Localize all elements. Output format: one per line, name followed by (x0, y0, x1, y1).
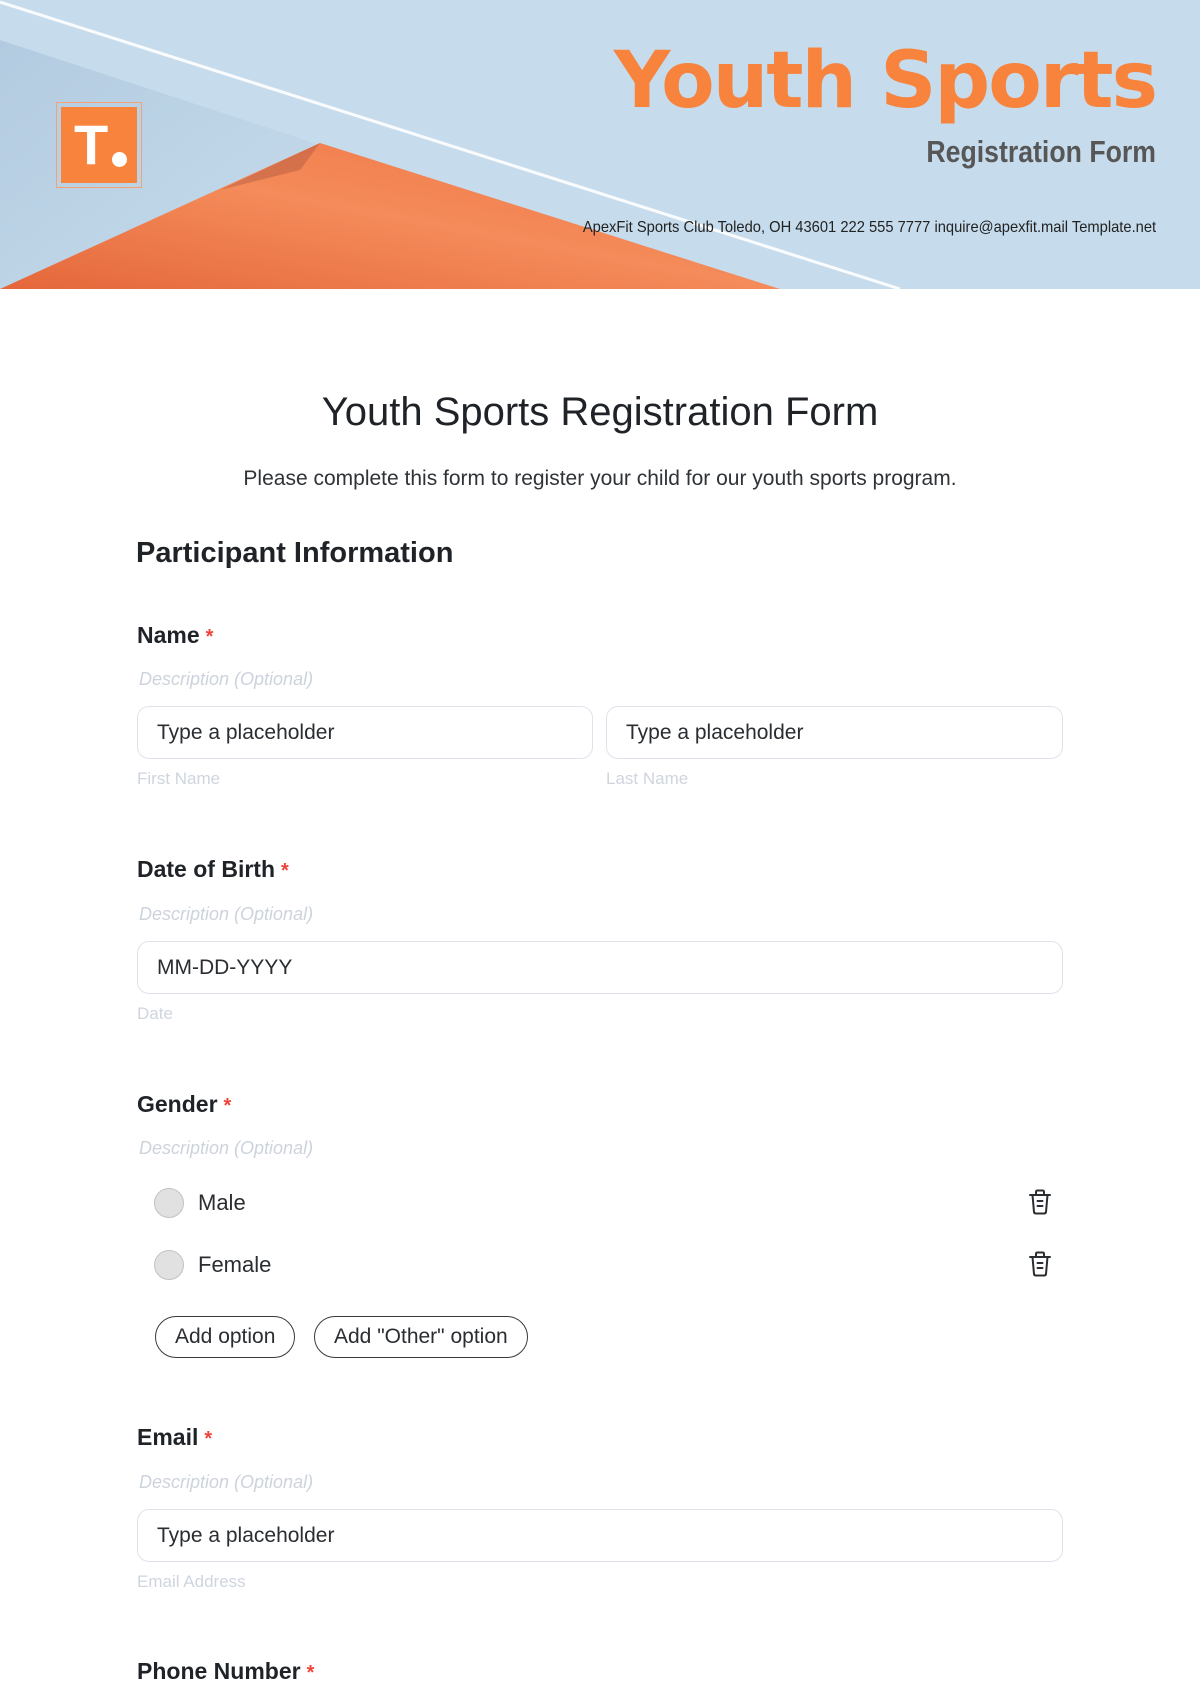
required-mark: * (306, 1662, 315, 1684)
first-name-input[interactable]: Type a placeholder (137, 706, 593, 759)
logo-dot (112, 152, 127, 167)
dob-input[interactable]: MM-DD-YYYY (137, 941, 1063, 994)
radio-button[interactable] (154, 1188, 184, 1218)
name-description[interactable]: Description (Optional) (139, 669, 313, 690)
form-title: Youth Sports Registration Form (321, 390, 879, 434)
radio-label: Female (198, 1252, 272, 1277)
dob-description[interactable]: Description (Optional) (139, 904, 313, 925)
email-placeholder: Type a placeholder (157, 1523, 335, 1547)
dob-label-text: Date of Birth (137, 856, 275, 882)
gender-label: Gender * (137, 1091, 231, 1118)
banner-subtitle: Registration Form (926, 134, 1156, 169)
phone-label: Phone Number * (137, 1658, 314, 1685)
dob-placeholder: MM-DD-YYYY (157, 955, 293, 979)
required-mark: * (205, 626, 214, 648)
required-mark: * (223, 1095, 232, 1117)
dob-label: Date of Birth * (137, 856, 289, 883)
last-name-input[interactable]: Type a placeholder (606, 706, 1063, 759)
section-title: Participant Information (136, 537, 454, 569)
required-mark: * (204, 1428, 213, 1450)
logo-letter: T (74, 113, 109, 176)
email-label-text: Email (137, 1424, 199, 1450)
radio-option-female[interactable]: Female (154, 1249, 271, 1281)
email-sublabel: Email Address (137, 1572, 246, 1591)
radio-label: Male (198, 1190, 246, 1215)
name-label-text: Name (137, 622, 200, 648)
add-other-option-button[interactable]: Add "Other" option (314, 1316, 528, 1358)
banner-contact-info: ApexFit Sports Club Toledo, OH 43601 222… (582, 219, 1156, 236)
radio-button[interactable] (154, 1250, 184, 1280)
banner-title: Youth Sports (613, 36, 1158, 126)
trash-icon[interactable] (1027, 1250, 1053, 1278)
email-description[interactable]: Description (Optional) (139, 1472, 313, 1493)
email-input[interactable]: Type a placeholder (137, 1509, 1063, 1562)
brand-logo: T (56, 102, 142, 188)
last-name-placeholder: Type a placeholder (626, 720, 804, 744)
radio-option-male[interactable]: Male (154, 1187, 246, 1219)
required-mark: * (281, 860, 289, 882)
first-name-placeholder: Type a placeholder (157, 720, 335, 744)
gender-label-text: Gender (137, 1091, 218, 1117)
dob-sublabel: Date (137, 1004, 173, 1023)
name-label: Name * (137, 622, 213, 649)
last-name-sublabel: Last Name (606, 769, 689, 788)
form-description: Please complete this form to register yo… (243, 467, 957, 490)
email-label: Email * (137, 1424, 212, 1451)
phone-label-text: Phone Number (137, 1658, 301, 1684)
header-banner: T Youth Sports Registration Form ApexFit… (0, 0, 1200, 289)
first-name-sublabel: First Name (137, 769, 221, 788)
trash-icon[interactable] (1027, 1188, 1053, 1216)
gender-description[interactable]: Description (Optional) (139, 1138, 313, 1159)
add-option-button[interactable]: Add option (155, 1316, 296, 1358)
